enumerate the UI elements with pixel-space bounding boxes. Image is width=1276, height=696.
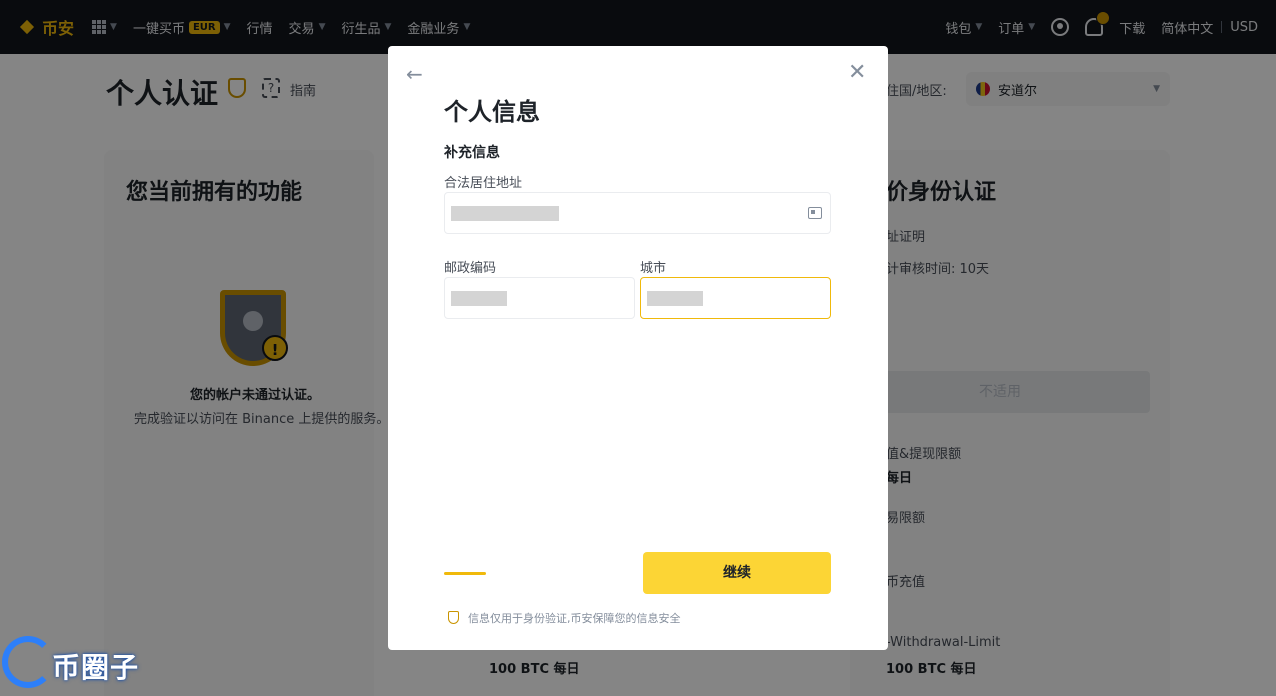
security-shield-icon bbox=[448, 611, 459, 624]
redacted-value bbox=[451, 206, 559, 221]
close-icon[interactable]: ✕ bbox=[848, 60, 866, 85]
personal-info-modal: ← ✕ 个人信息 补充信息 合法居住地址 邮政编码 城市 继续 信息仅用于身份验… bbox=[388, 46, 888, 650]
redacted-value bbox=[647, 291, 703, 306]
modal-title: 个人信息 bbox=[444, 98, 540, 126]
address-input[interactable] bbox=[444, 192, 831, 234]
city-input[interactable] bbox=[640, 277, 831, 319]
step-progress-bar bbox=[444, 572, 486, 575]
postal-code-label: 邮政编码 bbox=[444, 261, 497, 276]
address-label: 合法居住地址 bbox=[444, 176, 523, 191]
watermark-logo-icon bbox=[2, 636, 54, 688]
privacy-note: 信息仅用于身份验证,币安保障您的信息安全 bbox=[468, 612, 681, 625]
id-card-icon[interactable] bbox=[808, 207, 822, 219]
city-label: 城市 bbox=[640, 261, 667, 276]
watermark-text: 币圈子 bbox=[52, 651, 140, 684]
redacted-value bbox=[451, 291, 507, 306]
back-arrow-icon[interactable]: ← bbox=[406, 62, 423, 86]
postal-code-input[interactable] bbox=[444, 277, 635, 319]
continue-button[interactable]: 继续 bbox=[643, 552, 831, 594]
section-title: 补充信息 bbox=[444, 145, 500, 161]
